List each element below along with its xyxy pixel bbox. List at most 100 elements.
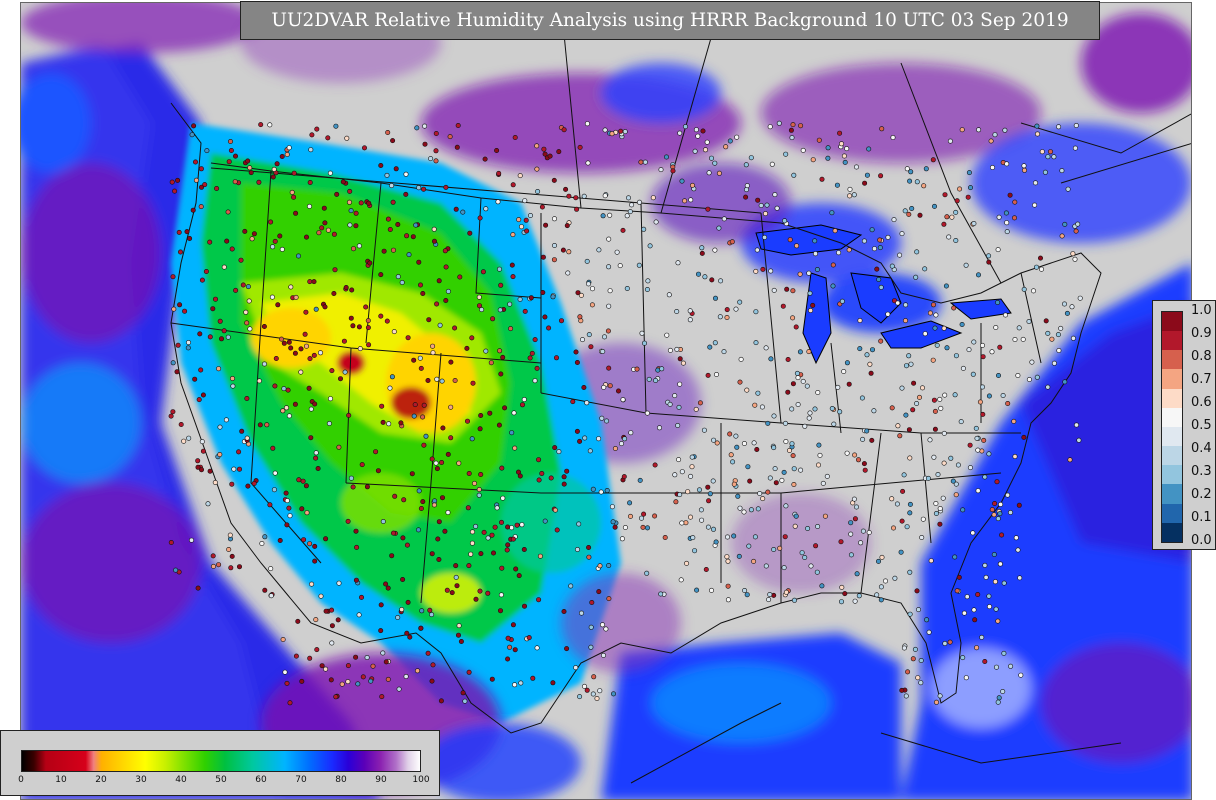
station-marker — [909, 206, 915, 212]
rh-analysis-map — [21, 3, 1191, 799]
station-marker — [421, 186, 427, 192]
station-marker — [979, 384, 985, 390]
station-marker — [578, 610, 584, 616]
station-marker — [353, 654, 359, 660]
station-marker — [329, 607, 335, 613]
station-marker — [986, 451, 992, 457]
station-marker — [392, 493, 398, 499]
station-marker — [752, 402, 758, 408]
station-marker — [737, 379, 743, 385]
station-marker — [385, 130, 391, 136]
station-marker — [430, 343, 436, 349]
station-marker — [903, 302, 909, 308]
station-marker — [734, 134, 740, 140]
station-marker — [539, 204, 545, 210]
station-marker — [975, 591, 981, 597]
station-marker — [228, 565, 234, 571]
station-marker — [488, 360, 494, 366]
station-marker — [325, 227, 331, 233]
station-marker — [345, 663, 351, 669]
map-area[interactable] — [20, 2, 1192, 800]
station-marker — [431, 226, 437, 232]
station-marker — [765, 420, 771, 426]
station-marker — [561, 474, 567, 480]
station-marker — [641, 226, 647, 232]
station-marker — [763, 563, 769, 569]
station-marker — [309, 581, 315, 587]
station-marker — [306, 203, 312, 209]
observation-legend-label: 0.0 — [1191, 533, 1212, 548]
station-marker — [935, 471, 941, 477]
station-marker — [433, 148, 439, 154]
station-marker — [226, 546, 232, 552]
station-marker — [927, 310, 933, 316]
station-marker — [676, 457, 682, 463]
station-marker — [748, 507, 754, 513]
station-marker — [1034, 374, 1040, 380]
station-marker — [517, 173, 523, 179]
station-marker — [191, 123, 197, 129]
station-marker — [628, 430, 634, 436]
station-marker — [733, 306, 739, 312]
station-marker — [434, 301, 440, 307]
station-marker — [412, 402, 418, 408]
station-marker — [867, 361, 873, 367]
station-marker — [837, 409, 843, 415]
station-marker — [738, 356, 744, 362]
station-marker — [752, 534, 758, 540]
station-marker — [773, 480, 779, 486]
station-marker — [465, 505, 471, 511]
station-marker — [995, 247, 1001, 253]
station-marker — [742, 587, 748, 593]
station-marker — [332, 267, 338, 273]
station-marker — [184, 229, 190, 235]
station-marker — [373, 449, 379, 455]
station-marker — [268, 219, 274, 225]
station-marker — [741, 440, 747, 446]
station-marker — [449, 590, 455, 596]
station-marker — [898, 549, 904, 555]
station-marker — [689, 182, 695, 188]
station-marker — [979, 634, 985, 640]
station-marker — [806, 349, 812, 355]
station-marker — [539, 470, 545, 476]
rh-colorbar-tick: 10 — [55, 775, 67, 785]
station-marker — [312, 558, 318, 564]
station-marker — [620, 397, 626, 403]
station-marker — [795, 401, 801, 407]
station-marker — [760, 266, 766, 272]
station-marker — [230, 383, 236, 389]
map-title: UU2DVAR Relative Humidity Analysis using… — [240, 1, 1100, 40]
station-marker — [272, 238, 278, 244]
station-marker — [878, 597, 884, 603]
observation-legend-swatch — [1162, 331, 1182, 351]
station-marker — [499, 465, 505, 471]
station-marker — [499, 565, 505, 571]
station-marker — [197, 331, 203, 337]
station-marker — [381, 248, 387, 254]
rh-colorbar-tick: 20 — [95, 775, 107, 785]
station-marker — [907, 510, 913, 516]
station-marker — [347, 222, 353, 228]
station-marker — [753, 268, 759, 274]
station-marker — [839, 298, 845, 304]
station-marker — [195, 458, 201, 464]
station-marker — [227, 532, 233, 538]
station-marker — [614, 249, 620, 255]
station-marker — [434, 466, 440, 472]
station-marker — [652, 513, 658, 519]
station-marker — [577, 438, 583, 444]
station-marker — [584, 121, 590, 127]
station-marker — [295, 253, 301, 259]
station-marker — [690, 535, 696, 541]
station-marker — [171, 306, 177, 312]
station-marker — [411, 413, 417, 419]
station-marker — [534, 143, 540, 149]
station-marker — [806, 415, 812, 421]
station-marker — [1015, 372, 1021, 378]
station-marker — [717, 314, 723, 320]
station-marker — [1012, 336, 1018, 342]
station-marker — [949, 214, 955, 220]
station-marker — [748, 155, 754, 161]
station-marker — [317, 350, 323, 356]
